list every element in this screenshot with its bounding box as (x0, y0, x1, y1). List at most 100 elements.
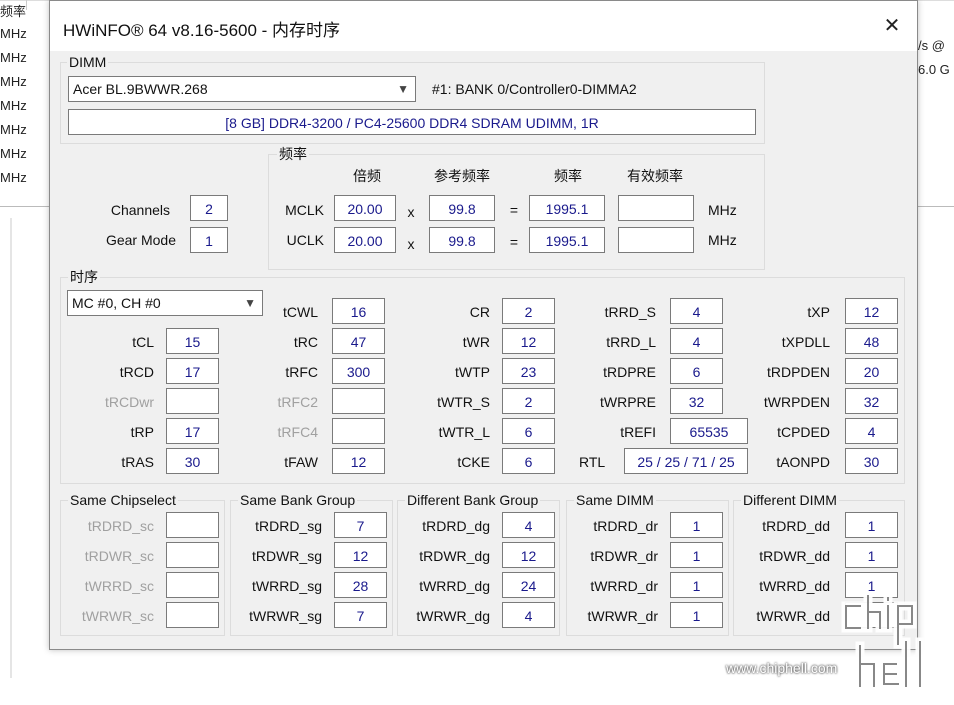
trdrd-sc-label: tRDRD_sc (87, 518, 154, 534)
dimm-group-label: DIMM (67, 54, 109, 70)
twrrd-sg-value: 28 (334, 572, 387, 598)
multiplier-header: 倍频 (353, 168, 381, 184)
tcke-value: 6 (502, 448, 555, 474)
frequency-group-label: 频率 (277, 146, 309, 162)
trrd-l-label: tRRD_L (606, 334, 656, 350)
twrpre-label: tWRPRE (600, 394, 656, 410)
background-cell: MHz (0, 26, 27, 41)
trdwr-sc-label: tRDWR_sc (84, 548, 154, 564)
equals-sign: = (509, 234, 519, 250)
background-cell: MHz (0, 146, 27, 161)
trdpre-label: tRDPRE (603, 364, 656, 380)
dimm-select-value: Acer BL.9BWWR.268 (73, 81, 208, 97)
cr-label: CR (469, 304, 490, 320)
txp-value: 12 (845, 298, 898, 324)
twrwr-dg-label: tWRWR_dg (416, 608, 490, 624)
watermark-url: www.chiphell.com (726, 660, 838, 676)
trcd-label: tRCD (119, 364, 154, 380)
trdpden-value: 20 (845, 358, 898, 384)
chevron-down-icon: ▼ (397, 82, 409, 96)
uclk-multiplier: 20.00 (334, 227, 396, 253)
trdwr-sg-label: tRDWR_sg (251, 548, 322, 564)
trdrd-sg-label: tRDRD_sg (255, 518, 322, 534)
uclk-ref-freq: 99.8 (429, 227, 495, 253)
background-cell: /s @ (918, 38, 945, 53)
times-sign: x (407, 204, 415, 220)
background-left-column: 频率 MHz MHz MHz MHz MHz MHz MHz (0, 0, 48, 190)
background-row-line (916, 206, 954, 207)
cr-value: 2 (502, 298, 555, 324)
trfc2-label: tRFC2 (277, 394, 318, 410)
trc-value: 47 (332, 328, 385, 354)
freq-header: 频率 (554, 168, 582, 184)
twtr-s-label: tWTR_S (437, 394, 490, 410)
channel-select-value: MC #0, CH #0 (72, 295, 161, 311)
dimm-select[interactable]: Acer BL.9BWWR.268 ▼ (68, 76, 416, 102)
twrrd-sc-label: tWRRD_sc (84, 578, 154, 594)
background-right-column: /s @ 6.0 G (918, 34, 950, 82)
trrd-s-value: 4 (670, 298, 723, 324)
trdrd-dr-label: tRDRD_dr (593, 518, 658, 534)
tras-label: tRAS (121, 454, 154, 470)
trdwr-dg-value: 12 (502, 542, 555, 568)
twrrd-dr-label: tWRRD_dr (590, 578, 658, 594)
trdrd-dd-value: 1 (845, 512, 898, 538)
effective-freq-header: 有效频率 (627, 168, 683, 184)
tcwl-label: tCWL (283, 304, 318, 320)
twrrd-dd-label: tWRRD_dd (759, 578, 830, 594)
tcl-label: tCL (132, 334, 154, 350)
same-dimm-label: Same DIMM (574, 492, 656, 508)
chiphell-logo-watermark (840, 588, 944, 692)
background-cell: MHz (0, 170, 27, 185)
trdwr-dg-label: tRDWR_dg (419, 548, 490, 564)
channel-select[interactable]: MC #0, CH #0 ▼ (67, 290, 263, 316)
trc-label: tRC (293, 334, 318, 350)
same-bank-group-label: Same Bank Group (238, 492, 358, 508)
trfc-value: 300 (332, 358, 385, 384)
txpdll-label: tXPDLL (781, 334, 830, 350)
trfc2-value (332, 388, 385, 414)
uclk-unit: MHz (708, 232, 737, 248)
twrrd-sc-value (166, 572, 219, 598)
twtr-l-label: tWTR_L (438, 424, 490, 440)
times-sign: x (407, 236, 415, 252)
uclk-effective-freq (618, 227, 694, 253)
txp-label: tXP (807, 304, 830, 320)
gear-mode-label: Gear Mode (105, 232, 176, 248)
trdwr-dr-value: 1 (670, 542, 723, 568)
trdwr-sg-value: 12 (334, 542, 387, 568)
twtr-s-value: 2 (502, 388, 555, 414)
mclk-label: MCLK (285, 202, 324, 218)
background-scroll-track (10, 218, 12, 678)
trdwr-dd-label: tRDWR_dd (759, 548, 830, 564)
window-title: HWiNFO® 64 v8.16-5600 - 内存时序 (63, 21, 341, 40)
title-bar: HWiNFO® 64 v8.16-5600 - 内存时序 ✕ (50, 1, 917, 51)
trcd-value: 17 (166, 358, 219, 384)
trrd-l-value: 4 (670, 328, 723, 354)
ref-freq-header: 参考频率 (434, 168, 490, 184)
twtr-l-value: 6 (502, 418, 555, 444)
trdwr-sc-value (166, 542, 219, 568)
tcke-label: tCKE (457, 454, 490, 470)
tcl-value: 15 (166, 328, 219, 354)
twrrd-dg-label: tWRRD_dg (419, 578, 490, 594)
mclk-unit: MHz (708, 202, 737, 218)
tcpded-value: 4 (845, 418, 898, 444)
close-icon[interactable]: ✕ (877, 11, 907, 41)
mclk-multiplier: 20.00 (334, 195, 396, 221)
background-header: 频率 (0, 4, 27, 19)
twrwr-dd-label: tWRWR_dd (756, 608, 830, 624)
twtp-value: 23 (502, 358, 555, 384)
twrwr-sg-label: tWRWR_sg (249, 608, 322, 624)
trcdwr-label: tRCDwr (105, 394, 154, 410)
rtl-label: RTL (579, 454, 606, 470)
trfc4-label: tRFC4 (277, 424, 318, 440)
twr-label: tWR (462, 334, 490, 350)
tras-value: 30 (166, 448, 219, 474)
trfc-label: tRFC (285, 364, 318, 380)
twrwr-dg-value: 4 (502, 602, 555, 628)
background-cell: MHz (0, 98, 27, 113)
background-cell: 6.0 G (918, 62, 950, 77)
trcdwr-value (166, 388, 219, 414)
trdrd-dr-value: 1 (670, 512, 723, 538)
